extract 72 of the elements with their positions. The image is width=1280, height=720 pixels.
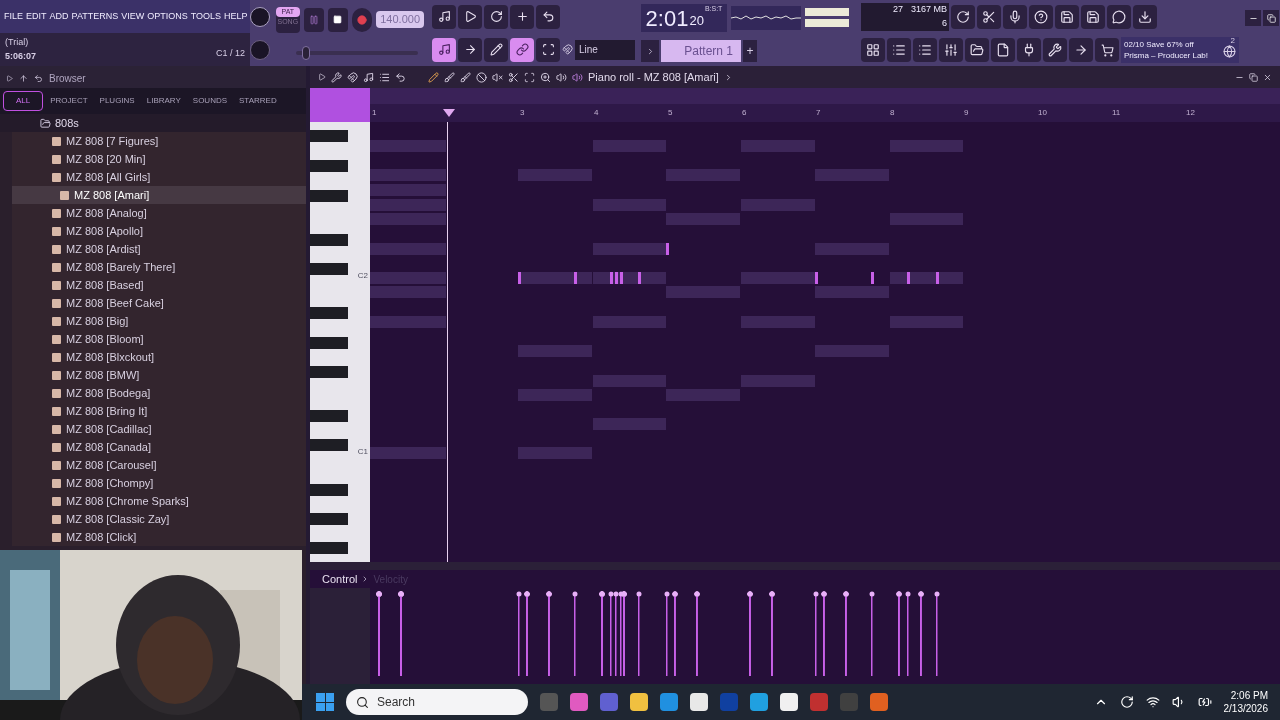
add-pattern-button[interactable]: + <box>743 40 757 62</box>
search-field[interactable]: Search <box>346 689 528 715</box>
bar-number: 11 <box>1111 107 1122 119</box>
browser-item[interactable]: MZ 808 [Cadillac] <box>12 420 306 438</box>
browser-tab[interactable]: PROJECT <box>45 91 93 111</box>
bar-number: 9 <box>963 107 970 119</box>
bar-number: 10 <box>1037 107 1048 119</box>
hint-time: 5:06:07 <box>5 49 37 63</box>
browser-item[interactable]: MZ 808 [Based] <box>12 276 306 294</box>
position-seconds: 20 <box>689 11 704 30</box>
browser-tab[interactable]: SOUNDS <box>187 91 233 111</box>
clock-date: 2/13/2026 <box>1223 702 1268 715</box>
bar-number: 12 <box>1185 107 1196 119</box>
browser-item[interactable]: MZ 808 [All Girls] <box>12 168 306 186</box>
browser-item[interactable]: MZ 808 [Amari] <box>12 186 306 204</box>
browser-item[interactable]: MZ 808 [20 Min] <box>12 150 306 168</box>
cpu-usage: 6 <box>941 17 947 30</box>
key-label: C2 <box>357 270 368 282</box>
polyphony-count: 27 <box>892 3 904 16</box>
news-count: 2 <box>1230 35 1235 47</box>
menu-item[interactable]: VIEW <box>121 9 145 24</box>
browser-item[interactable]: MZ 808 [Chrome Sparks] <box>12 492 306 510</box>
bar-number: 5 <box>667 107 674 119</box>
browser-item[interactable]: MZ 808 [7 Figures] <box>12 132 306 150</box>
channel-count: C1 / 12 <box>215 46 245 60</box>
bar-number: 7 <box>815 107 822 119</box>
browser-item[interactable]: MZ 808 [Ardist] <box>12 240 306 258</box>
bar-number: 4 <box>593 107 600 119</box>
news-headline: 02/10 Save 67% off <box>1124 39 1195 50</box>
browser-item[interactable]: MZ 808 [BMW] <box>12 366 306 384</box>
pattern-selector[interactable]: Pattern 1 <box>661 40 741 62</box>
browser-item[interactable]: MZ 808 [Classic Zay] <box>12 510 306 528</box>
news-subtitle: Prisma – Producer Lab! <box>1124 50 1209 61</box>
menu-item[interactable]: ADD <box>49 9 69 24</box>
bar-number: 1 <box>371 107 378 119</box>
key-label: C1 <box>357 446 368 458</box>
browser-tab[interactable]: PLUGINS <box>94 91 140 111</box>
memory-usage: 3167 MB <box>909 3 947 16</box>
bar-number: 3 <box>519 107 526 119</box>
bar-number: 6 <box>741 107 748 119</box>
browser-item[interactable]: MZ 808 [Beef Cake] <box>12 294 306 312</box>
browser-item[interactable]: MZ 808 [Apollo] <box>12 222 306 240</box>
browser-item[interactable]: MZ 808 [Barely There] <box>12 258 306 276</box>
menu-item[interactable]: TOOLS <box>190 9 222 24</box>
menu-item[interactable]: OPTIONS <box>147 9 188 24</box>
browser-item[interactable]: MZ 808 [Bring It] <box>12 402 306 420</box>
clock-time: 2:06 PM <box>1230 689 1268 702</box>
menu-item[interactable]: FILE <box>4 9 23 24</box>
menu-item[interactable]: HELP <box>224 9 248 24</box>
folder-name[interactable]: 808s <box>55 114 79 132</box>
browser-item[interactable]: MZ 808 [Click] <box>12 528 306 546</box>
news-panel[interactable]: 02/10 Save 67% off Prisma – Producer Lab! 2 <box>1121 37 1239 63</box>
snap-dropdown[interactable]: Line <box>575 39 635 60</box>
browser-item[interactable]: MZ 808 [Bloom] <box>12 330 306 348</box>
window-title: Piano roll - MZ 808 [Amari] <box>588 69 719 85</box>
control-label[interactable]: Control <box>322 570 358 588</box>
menu-item[interactable]: EDIT <box>26 9 47 24</box>
browser-item[interactable]: MZ 808 [Analog] <box>12 204 306 222</box>
browser-title: Browser <box>49 71 86 86</box>
bar-number: 8 <box>889 107 896 119</box>
browser-tab[interactable]: LIBRARY <box>141 91 186 111</box>
browser-item[interactable]: MZ 808 [Carousel] <box>12 456 306 474</box>
browser-tab[interactable]: ALL <box>3 91 44 111</box>
browser-item[interactable]: MZ 808 [Chompy] <box>12 474 306 492</box>
browser-item[interactable]: MZ 808 [Big] <box>12 312 306 330</box>
hint-text: (Trial) <box>5 36 30 49</box>
browser-item[interactable]: MZ 808 [Blxckout] <box>12 348 306 366</box>
browser-item[interactable]: MZ 808 [Bodega] <box>12 384 306 402</box>
menu-item[interactable]: PATTERNS <box>71 9 119 24</box>
browser-item[interactable]: MZ 808 [Canada] <box>12 438 306 456</box>
position-time: 2:01 <box>645 4 689 33</box>
browser-tab[interactable]: STARRED <box>234 91 282 111</box>
